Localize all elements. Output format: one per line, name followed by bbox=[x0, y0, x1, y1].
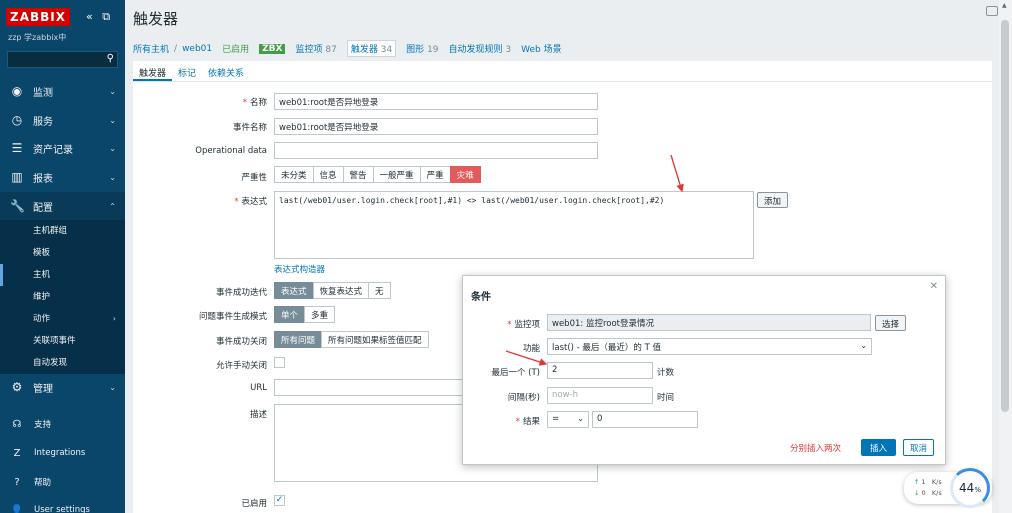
cpu-gauge[interactable]: 44% bbox=[950, 468, 990, 508]
annotation-arrows bbox=[505, 154, 684, 366]
scroll-up-icon[interactable]: ▲ bbox=[1002, 2, 1007, 9]
scrollbar-thumb[interactable] bbox=[1001, 20, 1009, 412]
arrow-up-icon: ↑ bbox=[914, 478, 920, 486]
arrow-to-last-t bbox=[505, 350, 548, 366]
arrow-down-icon: ↓ bbox=[914, 489, 920, 497]
arrow-to-expression bbox=[670, 154, 684, 193]
